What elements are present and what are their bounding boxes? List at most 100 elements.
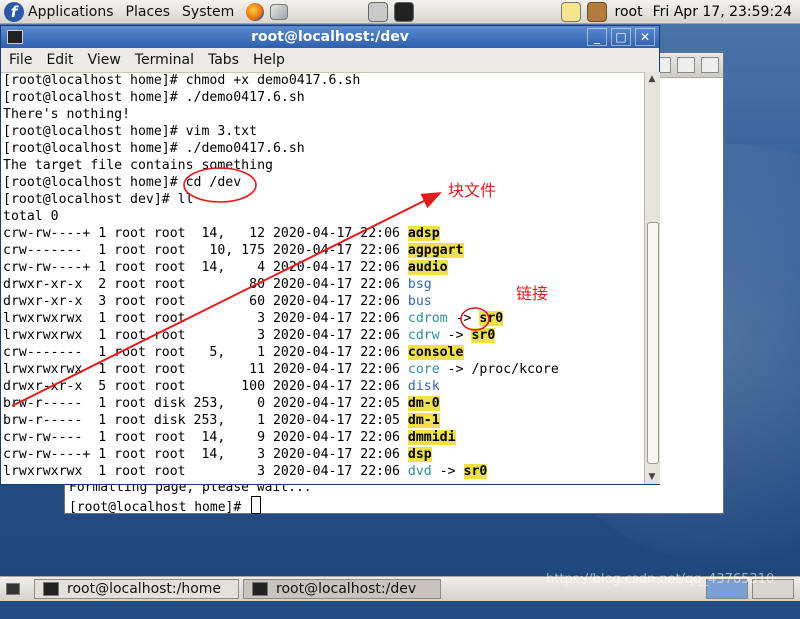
terminal-line: total 0 [3, 209, 59, 224]
listing-filename: dvd [407, 464, 432, 479]
symlink-target: -> /proc/kcore [439, 362, 559, 377]
listing-filename: dmmidi [407, 430, 456, 445]
listing-row-meta: lrwxrwxrwx 1 root root 3 2020-04-17 22:0… [3, 464, 408, 479]
directory-listing: crw-rw----+ 1 root root 14, 12 2020-04-1… [3, 225, 644, 480]
listing-row: lrwxrwxrwx 1 root root 11 2020-04-17 22:… [3, 361, 644, 378]
listing-filename: bsg [407, 277, 432, 292]
listing-filename: adsp [407, 226, 440, 241]
listing-row: lrwxrwxrwx 1 root root 3 2020-04-17 22:0… [3, 310, 644, 327]
firefox-icon[interactable] [246, 2, 265, 21]
scroll-up-arrow-icon[interactable]: ▲ [647, 74, 657, 84]
window-titlebar[interactable]: root@localhost:/dev _ □ ✕ [1, 26, 659, 48]
listing-row-meta: drwxr-xr-x 3 root root 60 2020-04-17 22:… [3, 294, 408, 309]
listing-filename: dm-1 [407, 413, 440, 428]
terminal-line: There's nothing! [3, 107, 131, 122]
terminal-line: [root@localhost home]# vim 3.txt [3, 124, 258, 139]
listing-row: lrwxrwxrwx 1 root root 3 2020-04-17 22:0… [3, 327, 644, 344]
listing-row-meta: crw-rw---- 1 root root 14, 9 2020-04-17 … [3, 430, 408, 445]
listing-filename: dm-0 [407, 396, 440, 411]
scroll-down-arrow-icon[interactable]: ▼ [647, 472, 657, 482]
terminal-launcher-icon[interactable] [394, 1, 415, 22]
menu-system[interactable]: System [182, 4, 234, 20]
symlink-arrow: -> [431, 464, 464, 479]
menu-terminal[interactable]: Terminal [135, 52, 194, 68]
listing-row: crw-rw----+ 1 root root 14, 4 2020-04-17… [3, 259, 644, 276]
listing-row-meta: lrwxrwxrwx 1 root root 3 2020-04-17 22:0… [3, 311, 408, 326]
annotation-block-file-label: 块文件 [448, 181, 497, 200]
scrollbar-thumb[interactable] [647, 222, 659, 464]
listing-row: crw-rw---- 1 root root 14, 9 2020-04-17 … [3, 429, 644, 446]
terminal-prompt-line: [root@localhost home]# [69, 496, 723, 516]
listing-filename: bus [407, 294, 432, 309]
taskbar-item-home[interactable]: root@localhost:/home [34, 579, 239, 599]
clock[interactable]: Fri Apr 17, 23:59:24 [653, 4, 792, 20]
listing-filename: core [407, 362, 440, 377]
terminal-line: [root@localhost home]# ./demo0417.6.sh [3, 90, 305, 105]
file-manager-launcher-icon[interactable] [368, 1, 389, 22]
listing-row: brw-r----- 1 root disk 253, 1 2020-04-17… [3, 412, 644, 429]
menu-help[interactable]: Help [253, 52, 285, 68]
listing-filename: dsp [407, 447, 432, 462]
fedora-logo-icon[interactable]: f [4, 1, 24, 22]
listing-row: crw-rw----+ 1 root root 14, 3 2020-04-17… [3, 446, 644, 463]
symlink-target: sr0 [471, 328, 496, 343]
menu-tabs[interactable]: Tabs [208, 52, 239, 68]
listing-filename: disk [407, 379, 440, 394]
listing-row: drwxr-xr-x 5 root root 100 2020-04-17 22… [3, 378, 644, 395]
listing-row: crw-rw----+ 1 root root 14, 12 2020-04-1… [3, 225, 644, 242]
listing-row: crw------- 1 root root 10, 175 2020-04-1… [3, 242, 644, 259]
listing-row-meta: crw-rw----+ 1 root root 14, 3 2020-04-17… [3, 447, 408, 462]
listing-row-meta: drwxr-xr-x 2 root root 80 2020-04-17 22:… [3, 277, 408, 292]
listing-row-meta: brw-r----- 1 root disk 253, 1 2020-04-17… [3, 413, 408, 428]
network-launcher-icon[interactable] [270, 3, 289, 20]
terminal-line: [root@localhost home]# cd /dev [3, 175, 242, 190]
listing-row-meta: crw-rw----+ 1 root root 14, 4 2020-04-17… [3, 260, 408, 275]
listing-row-meta: crw-rw----+ 1 root root 14, 12 2020-04-1… [3, 226, 408, 241]
listing-filename: agpgart [407, 243, 464, 258]
listing-filename: audio [407, 260, 448, 275]
notes-icon[interactable] [560, 1, 581, 22]
symlink-target: sr0 [463, 464, 488, 479]
symlink-arrow: -> [447, 311, 480, 326]
listing-row-meta: lrwxrwxrwx 1 root root 3 2020-04-17 22:0… [3, 328, 408, 343]
menu-places[interactable]: Places [126, 4, 171, 20]
listing-row-meta: crw------- 1 root root 5, 1 2020-04-17 2… [3, 345, 408, 360]
show-desktop-icon[interactable] [6, 583, 20, 595]
terminal-window[interactable]: root@localhost:/dev _ □ ✕ File Edit View… [0, 25, 660, 485]
close-icon[interactable] [701, 57, 719, 73]
listing-row: lrwxrwxrwx 1 root root 3 2020-04-17 22:0… [3, 463, 644, 480]
terminal-line: [root@localhost dev]# ll [3, 192, 194, 207]
package-updater-icon[interactable] [586, 1, 607, 22]
terminal-scrollbar[interactable]: ▲ ▼ [644, 72, 660, 484]
menu-applications[interactable]: Applications [28, 4, 114, 20]
listing-row-meta: lrwxrwxrwx 1 root root 11 2020-04-17 22:… [3, 362, 408, 377]
terminal-output[interactable]: [root@localhost home]# chmod +x demo0417… [1, 72, 644, 484]
top-panel: f Applications Places System root Fri Ap… [0, 0, 800, 24]
user-name[interactable]: root [615, 4, 643, 20]
terminal-cursor [251, 496, 262, 514]
symlink-arrow: -> [439, 328, 472, 343]
terminal-line: [root@localhost home]# ./demo0417.6.sh [3, 141, 305, 156]
listing-filename: cdrom [407, 311, 448, 326]
terminal-icon [252, 582, 268, 596]
listing-row-meta: drwxr-xr-x 5 root root 100 2020-04-17 22… [3, 379, 408, 394]
maximize-icon[interactable] [677, 57, 695, 73]
listing-row: brw-r----- 1 root disk 253, 0 2020-04-17… [3, 395, 644, 412]
menu-edit[interactable]: Edit [46, 52, 73, 68]
watermark-text: https://blog.csdn.net/qq_43765310 [546, 572, 775, 587]
terminal-icon [43, 582, 59, 596]
listing-filename: cdrw [407, 328, 440, 343]
menu-file[interactable]: File [9, 52, 32, 68]
listing-row-meta: crw------- 1 root root 10, 175 2020-04-1… [3, 243, 408, 258]
taskbar-item-dev[interactable]: root@localhost:/dev [243, 579, 441, 599]
terminal-line: The target file contains something [3, 158, 273, 173]
annotation-link-label: 链接 [516, 284, 549, 303]
listing-filename: console [407, 345, 464, 360]
symlink-target: sr0 [479, 311, 504, 326]
terminal-menubar: File Edit View Terminal Tabs Help [1, 48, 659, 73]
terminal-line: [root@localhost home]# chmod +x demo0417… [3, 73, 361, 88]
menu-view[interactable]: View [88, 52, 121, 68]
listing-row-meta: brw-r----- 1 root disk 253, 0 2020-04-17… [3, 396, 408, 411]
listing-row: crw------- 1 root root 5, 1 2020-04-17 2… [3, 344, 644, 361]
window-title: root@localhost:/dev [251, 29, 409, 45]
